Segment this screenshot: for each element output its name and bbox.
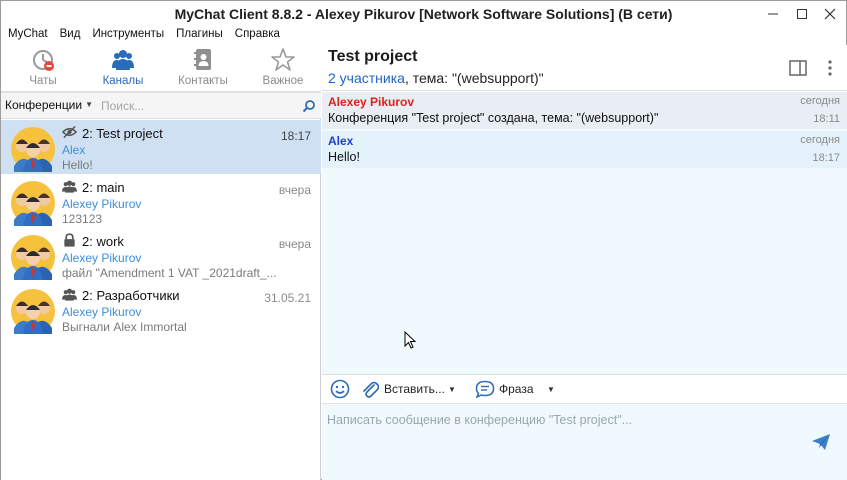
message-time: 18:17	[812, 152, 840, 164]
message-text: Hello!	[328, 150, 360, 164]
maximize-icon	[797, 9, 807, 19]
message-input-area	[322, 404, 847, 480]
message-text: Конференция "Test project" создана, тема…	[328, 111, 659, 125]
conversation-time: вчера	[278, 237, 311, 251]
mouse-cursor-icon	[404, 331, 416, 349]
tab-chats-label: Чаты	[29, 75, 57, 87]
chat-title: Test project	[328, 48, 418, 65]
menu-bar: MyChat Вид Инструменты Плагины Справка	[1, 27, 285, 43]
chat-header: Test project 2 участника, тема: "(websup…	[322, 45, 847, 91]
chevron-down-icon[interactable]: ▼	[448, 385, 456, 394]
message-item[interactable]: Alex сегодня Hello! 18:17	[322, 131, 847, 168]
menu-mychat[interactable]: MyChat	[1, 27, 53, 43]
group-avatar	[11, 289, 55, 334]
send-icon[interactable]	[811, 433, 831, 451]
conference-filter-value: Конференции	[5, 98, 83, 112]
conversation-list: 2: Test project 18:17 Alex Hello! 2: mai…	[1, 120, 321, 336]
minimize-icon	[768, 13, 778, 15]
conversation-name: 2: main	[82, 180, 125, 195]
nav-tabs: Чаты Каналы Контакты Важное	[1, 45, 321, 93]
group-icon	[62, 180, 77, 193]
more-vertical-icon[interactable]	[825, 59, 835, 77]
conversation-time: вчера	[278, 183, 311, 197]
message-input[interactable]	[327, 413, 797, 453]
clock-history-icon	[33, 50, 54, 71]
conversation-author: Alex	[62, 143, 86, 157]
close-button[interactable]	[820, 4, 840, 24]
people-group-icon	[112, 50, 134, 70]
phrase-button[interactable]: Фраза	[499, 382, 534, 396]
message-date: сегодня	[800, 95, 840, 107]
filter-bar: Конференции ▼	[1, 93, 321, 119]
conversation-preview: файл "Amendment 1 VAT _2021draft_...	[62, 266, 277, 280]
chat-topic: , тема: "(websupport)"	[404, 70, 544, 86]
lock-icon	[64, 233, 75, 247]
address-book-icon	[194, 49, 211, 70]
conversation-preview: 123123	[62, 212, 103, 226]
maximize-button[interactable]	[792, 4, 812, 24]
message-time: 18:11	[813, 113, 840, 125]
window-title: MyChat Client 8.8.2 - Alexey Pikurov [Ne…	[174, 6, 673, 22]
star-icon	[271, 48, 295, 71]
conversation-time: 18:17	[280, 129, 311, 143]
menu-view[interactable]: Вид	[53, 27, 86, 43]
message-author: Alex	[328, 134, 354, 148]
menu-plugins[interactable]: Плагины	[169, 27, 228, 43]
search-input[interactable]	[101, 96, 296, 115]
menu-tools[interactable]: Инструменты	[85, 27, 169, 43]
tab-channels-label: Каналы	[102, 75, 144, 87]
tab-important[interactable]: Важное	[243, 45, 323, 91]
chat-panel: Test project 2 участника, тема: "(websup…	[322, 45, 847, 480]
group-avatar	[11, 235, 55, 280]
search-icon[interactable]	[302, 99, 316, 113]
conversation-preview: Выгнали Alex Immortal	[62, 320, 187, 334]
conversation-time: 31.05.21	[264, 291, 311, 305]
tab-contacts[interactable]: Контакты	[163, 45, 243, 91]
tab-contacts-label: Контакты	[178, 75, 228, 87]
group-avatar	[11, 181, 55, 226]
conversation-name: 2: Test project	[82, 126, 163, 141]
chat-bubble-icon[interactable]	[475, 380, 495, 398]
conversation-item[interactable]: 2: Разработчики 31.05.21 Alexey Pikurov …	[1, 282, 321, 336]
menu-help[interactable]: Справка	[228, 27, 285, 43]
conversation-item[interactable]: 2: Test project 18:17 Alex Hello!	[1, 120, 321, 174]
tab-channels[interactable]: Каналы	[83, 45, 163, 91]
conversation-preview: Hello!	[62, 158, 93, 172]
insert-button[interactable]: Вставить...	[384, 382, 445, 396]
smile-icon[interactable]	[330, 379, 350, 399]
conversation-item[interactable]: 2: main вчера Alexey Pikurov 123123	[1, 174, 321, 228]
eye-hidden-icon	[62, 125, 77, 139]
chat-subtitle: 2 участника, тема: "(websupport)"	[328, 70, 544, 86]
group-icon	[62, 288, 77, 301]
conversation-name: 2: work	[82, 234, 124, 249]
conversation-item[interactable]: 2: work вчера Alexey Pikurov файл "Amend…	[1, 228, 321, 282]
message-item[interactable]: Alexey Pikurov сегодня Конференция "Test…	[322, 92, 847, 129]
paperclip-icon[interactable]	[361, 379, 379, 399]
tab-chats[interactable]: Чаты	[3, 45, 83, 91]
chevron-down-icon[interactable]: ▼	[547, 385, 555, 394]
group-avatar	[11, 127, 55, 172]
message-author: Alexey Pikurov	[328, 95, 415, 109]
compose-toolbar: Вставить... ▼ Фраза ▼	[322, 374, 847, 404]
conversation-author: Alexey Pikurov	[62, 305, 142, 319]
tab-important-label: Важное	[262, 75, 304, 87]
app-window: MyChat Client 8.8.2 - Alexey Pikurov [Ne…	[0, 0, 847, 480]
conversation-name: 2: Разработчики	[82, 288, 180, 303]
message-list: Alexey Pikurov сегодня Конференция "Test…	[322, 92, 847, 374]
participants-link[interactable]: 2 участника	[328, 70, 405, 86]
conference-filter-dropdown[interactable]: Конференции ▼	[5, 98, 93, 112]
close-icon	[824, 8, 836, 20]
chevron-down-icon: ▼	[85, 100, 94, 109]
title-bar: MyChat Client 8.8.2 - Alexey Pikurov [Ne…	[1, 1, 846, 27]
side-panel-icon[interactable]	[789, 60, 807, 76]
conversation-author: Alexey Pikurov	[62, 197, 142, 211]
minimize-button[interactable]	[763, 4, 783, 24]
left-panel: Чаты Каналы Контакты Важное Конференции …	[1, 45, 321, 480]
message-date: сегодня	[800, 134, 840, 146]
conversation-author: Alexey Pikurov	[62, 251, 142, 265]
